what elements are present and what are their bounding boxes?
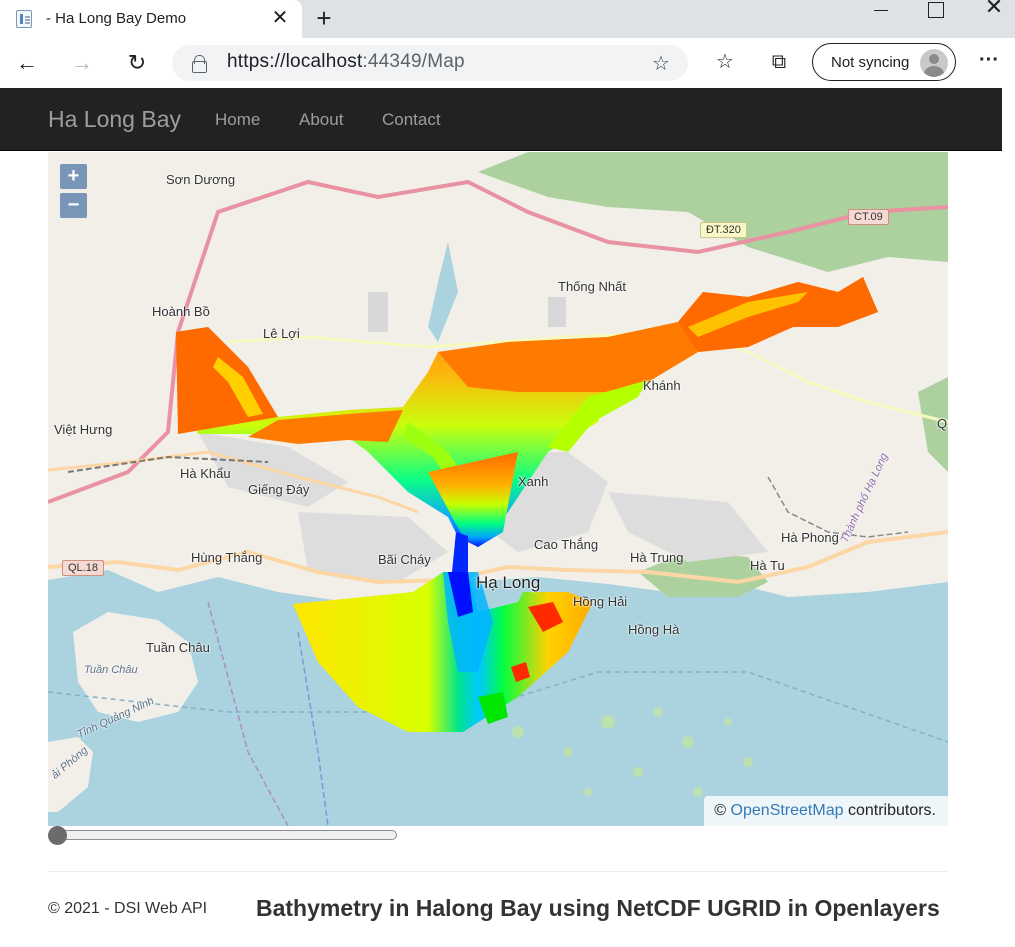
maximize-window-button[interactable] [928, 2, 944, 18]
avatar [920, 49, 948, 77]
zoom-out-button[interactable]: − [60, 193, 87, 218]
map-place-label: Khánh [643, 378, 681, 393]
map-attribution: © OpenStreetMap contributors. [704, 796, 948, 826]
page-scrollbar[interactable] [1002, 88, 1015, 947]
map-canvas [48, 152, 948, 826]
map-place-label: Lê Lợi [263, 326, 300, 341]
map-place-label: Hùng Thắng [191, 550, 263, 565]
url-text[interactable]: https://localhost:44349/Map [227, 51, 465, 73]
map-island-label: Tuần Châu [84, 664, 138, 676]
nav-link-about[interactable]: About [299, 110, 343, 130]
map-place-label: Sơn Dương [166, 172, 236, 187]
browser-toolbar: ← → ↻ https://localhost:44349/Map ☆ ☆ ⧉ … [0, 38, 1015, 88]
map-place-label: Thống Nhất [558, 279, 626, 294]
map-city-label: Hạ Long [476, 573, 541, 592]
footer-copyright: © 2021 - DSI Web API [48, 900, 208, 917]
map-place-label: Bãi Cháy [378, 552, 431, 567]
nav-link-contact[interactable]: Contact [382, 110, 441, 130]
map-place-label: Xanh [518, 474, 549, 489]
map-place-label: Việt Hưng [54, 422, 113, 437]
map-place-label: Hà Phong [781, 530, 839, 545]
map-road-label: CT.09 [848, 209, 889, 225]
minimize-window-button[interactable] [866, 0, 896, 20]
site-navbar: Ha Long Bay Home About Contact [0, 88, 1002, 151]
site-brand-link[interactable]: Ha Long Bay [48, 106, 181, 133]
map-road-label: QL.18 [62, 560, 104, 576]
time-slider-thumb[interactable] [48, 826, 67, 845]
collections-icon[interactable]: ⧉ [766, 49, 792, 75]
close-window-button[interactable]: ✕ [982, 0, 1006, 19]
page-title: Bathymetry in Halong Bay using NetCDF UG… [256, 895, 940, 921]
zoom-in-button[interactable]: + [60, 164, 87, 189]
map-place-label: Hồng Hà [628, 622, 680, 637]
map-place-label: Q [937, 416, 948, 431]
add-favorite-icon[interactable]: ☆ [652, 51, 670, 76]
forward-button[interactable]: → [69, 50, 95, 76]
map-place-label: Giếng Đáy [248, 482, 310, 497]
map-road-label: ĐT.320 [700, 222, 747, 238]
new-tab-button[interactable]: + [310, 5, 338, 33]
time-slider-track[interactable] [51, 830, 397, 840]
refresh-button[interactable]: ↻ [124, 50, 150, 76]
close-tab-icon[interactable]: ✕ [268, 6, 292, 30]
sync-status-label: Not syncing [831, 54, 910, 71]
back-button[interactable]: ← [14, 50, 40, 76]
more-options-icon[interactable]: ··· [976, 49, 1002, 75]
profile-sync-button[interactable]: Not syncing [812, 43, 956, 81]
map-viewport[interactable]: + − Sơn Dương Hoành Bồ Lê Lợi Việt Hưng … [48, 152, 948, 826]
lock-icon[interactable] [192, 55, 207, 73]
browser-titlebar: - Ha Long Bay Demo ✕ + ✕ [0, 0, 1015, 38]
map-place-label: Tuần Châu [146, 640, 210, 655]
map-place-label: Hà Trung [630, 550, 684, 565]
page-favicon-icon [16, 10, 32, 28]
map-place-label: Cao Thắng [534, 537, 599, 552]
map-place-label: Hoành Bồ [152, 304, 210, 319]
map-place-label: Hà Khẩu [180, 466, 231, 481]
nav-link-home[interactable]: Home [215, 110, 260, 130]
address-bar[interactable]: https://localhost:44349/Map ☆ [172, 45, 688, 81]
map-place-label: Hồng Hải [573, 594, 628, 609]
tab-title: - Ha Long Bay Demo [46, 10, 187, 27]
openstreetmap-link[interactable]: OpenStreetMap [731, 802, 844, 819]
browser-tab[interactable]: - Ha Long Bay Demo ✕ [0, 0, 302, 38]
map-place-label: Hà Tu [750, 558, 785, 573]
favorites-icon[interactable]: ☆ [712, 49, 738, 75]
footer-divider [48, 871, 948, 872]
